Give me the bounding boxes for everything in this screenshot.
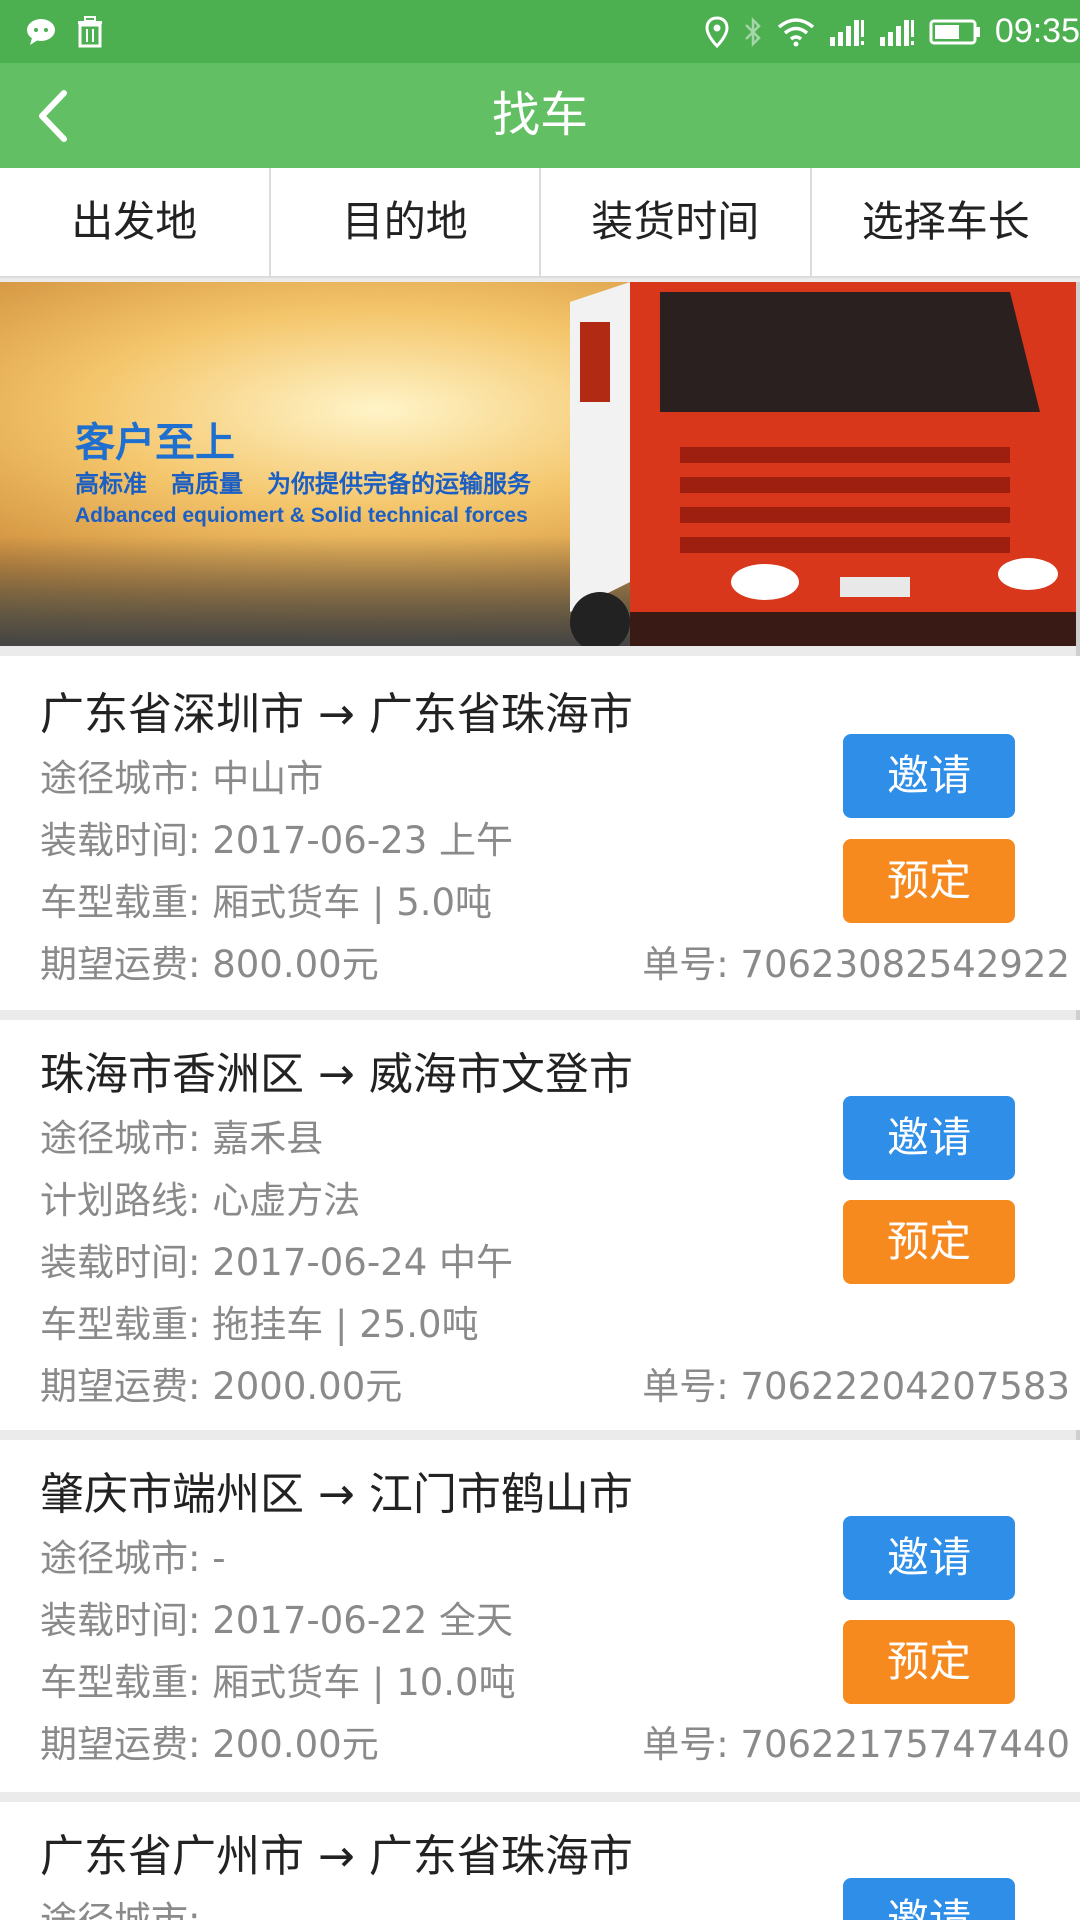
listing-loading-time: 装载时间: 2017-06-22 全天 <box>40 1599 514 1642</box>
listing-expected-fare: 期望运费: 2000.00元 <box>40 1365 403 1408</box>
filter-origin[interactable]: 出发地 <box>0 168 271 276</box>
listing-via-city: 途径城市: - <box>40 1890 226 1920</box>
reserve-button[interactable]: 预定 <box>843 839 1015 923</box>
listing-card[interactable]: 珠海市香洲区 → 威海市文登市 途径城市: 嘉禾县 计划路线: 心虚方法 装载时… <box>0 1020 1080 1430</box>
listing-route: 珠海市香洲区 → 威海市文登市 <box>40 1049 633 1100</box>
listing-via-city: 途径城市: 中山市 <box>40 757 324 800</box>
listing-order-number: 单号: 70622204207583 <box>642 1365 1070 1408</box>
listing-route: 广东省广州市 → 广东省珠海市 <box>40 1831 633 1882</box>
filter-destination[interactable]: 目的地 <box>271 168 541 276</box>
reserve-button[interactable]: 预定 <box>843 1200 1015 1284</box>
banner-subtitle: 高标准 高质量 为你提供完备的运输服务 <box>75 470 531 498</box>
trash-icon <box>76 15 104 48</box>
status-bar: 09:35 <box>0 0 1080 63</box>
page-title: 找车 <box>491 87 588 143</box>
location-icon <box>705 15 729 48</box>
invite-button[interactable]: 邀请 <box>843 1516 1015 1600</box>
filter-bar: 出发地 目的地 装货时间 选择车长 <box>0 168 1080 278</box>
listing-order-number: 单号: 70623082542922 <box>642 943 1070 986</box>
app-bar: 找车 <box>0 63 1080 168</box>
banner-title: 客户至上 <box>75 420 235 466</box>
battery-icon <box>929 18 981 46</box>
listing-loading-time: 装载时间: 2017-06-24 中午 <box>40 1241 514 1284</box>
listing-planned-route: 计划路线: 心虚方法 <box>40 1179 361 1222</box>
invite-button[interactable]: 邀请 <box>843 1878 1015 1920</box>
wechat-icon <box>26 17 60 47</box>
banner-english-text: Adbanced equiomert & Solid technical for… <box>75 504 528 527</box>
invite-button[interactable]: 邀请 <box>843 734 1015 818</box>
listing-via-city: 途径城市: - <box>40 1537 226 1580</box>
invite-button[interactable]: 邀请 <box>843 1096 1015 1180</box>
wifi-icon <box>777 17 815 47</box>
listing-expected-fare: 期望运费: 200.00元 <box>40 1723 379 1766</box>
listing-expected-fare: 期望运费: 800.00元 <box>40 943 379 986</box>
filter-vehicle-length[interactable]: 选择车长 <box>812 168 1080 276</box>
listing-loading-time: 装载时间: 2017-06-23 上午 <box>40 819 514 862</box>
reserve-button[interactable]: 预定 <box>843 1620 1015 1704</box>
listing-route: 肇庆市端州区 → 江门市鹤山市 <box>40 1469 633 1520</box>
listing-route: 广东省深圳市 → 广东省珠海市 <box>40 689 633 740</box>
promo-banner[interactable]: 客户至上 高标准 高质量 为你提供完备的运输服务 Adbanced equiom… <box>0 282 1080 646</box>
clock: 09:35 <box>994 12 1080 50</box>
signal-icon <box>879 17 915 47</box>
bluetooth-icon <box>743 16 763 48</box>
signal-icon <box>829 17 865 47</box>
filter-loading-time[interactable]: 装货时间 <box>541 168 812 276</box>
listing-vehicle-load: 车型载重: 拖挂车 | 25.0吨 <box>40 1303 479 1346</box>
listing-card[interactable]: 肇庆市端州区 → 江门市鹤山市 途径城市: - 装载时间: 2017-06-22… <box>0 1440 1080 1792</box>
listing-vehicle-load: 车型载重: 厢式货车 | 5.0吨 <box>40 881 493 924</box>
listing-via-city: 途径城市: 嘉禾县 <box>40 1117 324 1160</box>
listing-order-number: 单号: 70622175747440 <box>642 1723 1070 1766</box>
listing-vehicle-load: 车型载重: 厢式货车 | 10.0吨 <box>40 1661 516 1704</box>
listing-card[interactable]: 广东省深圳市 → 广东省珠海市 途径城市: 中山市 装载时间: 2017-06-… <box>0 656 1080 1010</box>
listing-card[interactable]: 广东省广州市 → 广东省珠海市 途径城市: - 邀请 <box>0 1802 1080 1920</box>
truck-illustration <box>570 282 1080 646</box>
